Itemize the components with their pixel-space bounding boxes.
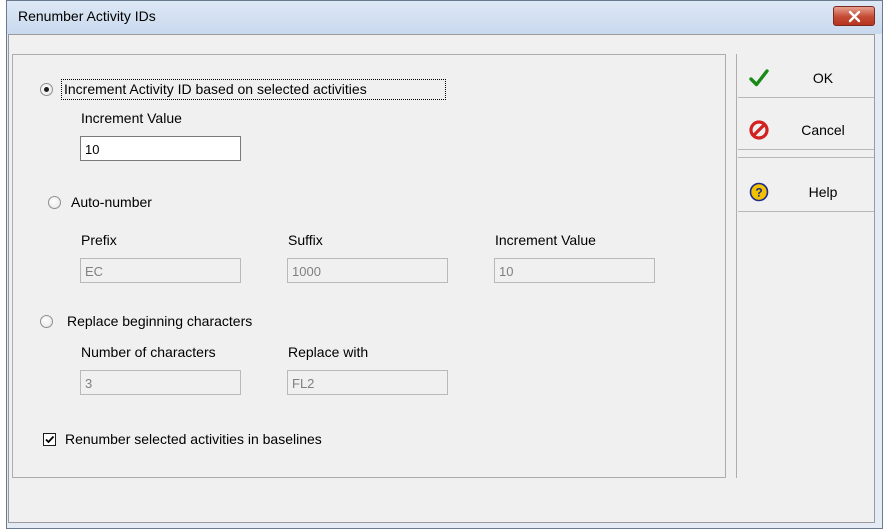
increment-value-label: Increment Value (81, 110, 182, 126)
radio-selected-dot (44, 87, 49, 92)
replace-radio[interactable] (40, 315, 53, 328)
cancel-button[interactable]: Cancel (738, 114, 874, 146)
replace-option-label[interactable]: Replace beginning characters (67, 313, 252, 329)
help-button[interactable]: ? Help (738, 176, 874, 208)
close-button[interactable] (833, 6, 875, 26)
title-bar[interactable]: Renumber Activity IDs (7, 1, 882, 34)
cancel-label: Cancel (801, 122, 845, 138)
divider (738, 157, 874, 158)
no-entry-icon (749, 120, 769, 140)
increment-radio[interactable] (40, 83, 53, 96)
divider (738, 211, 874, 212)
prefix-label: Prefix (81, 232, 117, 248)
baselines-label[interactable]: Renumber selected activities in baseline… (65, 431, 322, 447)
svg-text:?: ? (755, 186, 762, 200)
ok-button[interactable]: OK (738, 62, 874, 94)
prefix-input[interactable]: EC (80, 258, 241, 283)
dialog-body: Increment Activity ID based on selected … (8, 34, 875, 523)
divider (738, 97, 874, 98)
auto-increment-label: Increment Value (495, 232, 596, 248)
dialog-title: Renumber Activity IDs (18, 8, 156, 24)
auto-increment-input[interactable]: 10 (494, 258, 655, 283)
help-label: Help (808, 184, 838, 200)
divider (738, 149, 874, 150)
suffix-input[interactable]: 1000 (287, 258, 448, 283)
checkmark-icon (749, 69, 769, 87)
suffix-label: Suffix (288, 232, 323, 248)
number-of-characters-input[interactable]: 3 (80, 370, 241, 395)
ok-label: OK (812, 70, 834, 86)
replace-with-input[interactable]: FL2 (287, 370, 448, 395)
auto-number-option-label[interactable]: Auto-number (71, 194, 152, 210)
increment-option-label[interactable]: Increment Activity ID based on selected … (64, 81, 367, 97)
renumber-dialog: Renumber Activity IDs Increment Activity… (6, 0, 883, 529)
question-mark-icon: ? (749, 182, 769, 202)
auto-number-radio[interactable] (48, 196, 61, 209)
close-icon (848, 10, 861, 23)
baselines-checkbox[interactable] (43, 433, 56, 446)
number-of-characters-label: Number of characters (81, 344, 216, 360)
increment-value-input[interactable]: 10 (80, 136, 241, 161)
replace-with-label: Replace with (288, 344, 369, 360)
checkmark-icon (45, 435, 55, 444)
